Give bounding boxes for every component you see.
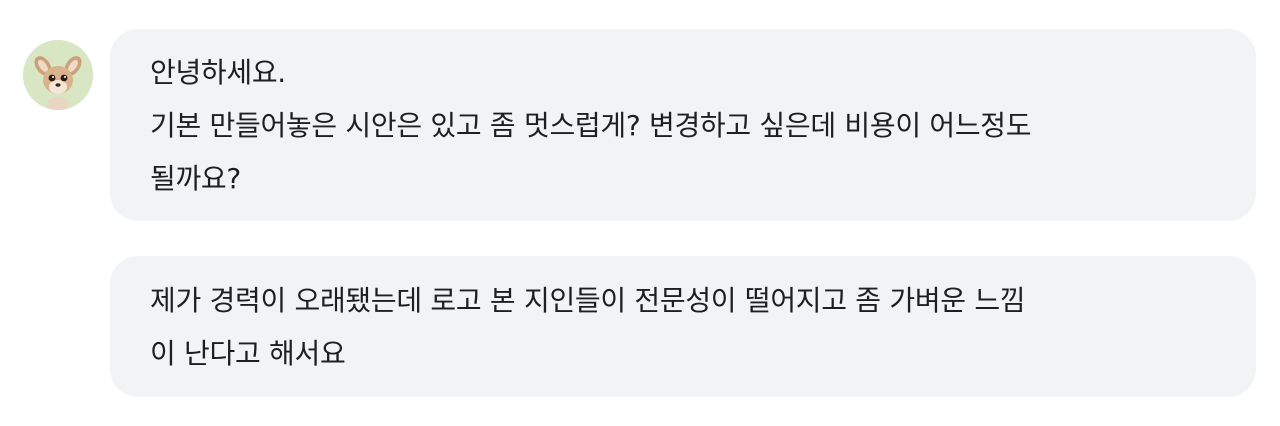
sender-avatar[interactable] [23, 40, 93, 110]
message-text-line: 이 난다고 해서요 [150, 337, 346, 370]
message-bubble[interactable]: 안녕하세요. 기본 만들어놓은 시안은 있고 좀 멋스럽게? 변경하고 싶은데 … [110, 29, 1256, 221]
message-bubble[interactable]: 제가 경력이 오래됐는데 로고 본 지인들이 전문성이 떨어지고 좀 가벼운 느… [110, 256, 1256, 397]
message-text-line: 될까요? [150, 162, 241, 195]
message-text-line: 제가 경력이 오래됐는데 로고 본 지인들이 전문성이 떨어지고 좀 가벼운 느… [150, 284, 1026, 317]
chat-thread: 안녕하세요. 기본 만들어놓은 시안은 있고 좀 멋스럽게? 변경하고 싶은데 … [0, 0, 1280, 426]
message-text-line: 기본 만들어놓은 시안은 있고 좀 멋스럽게? 변경하고 싶은데 비용이 어느정… [150, 109, 1032, 142]
fawn-avatar-icon [23, 40, 93, 110]
message-text-line: 안녕하세요. [150, 56, 286, 89]
